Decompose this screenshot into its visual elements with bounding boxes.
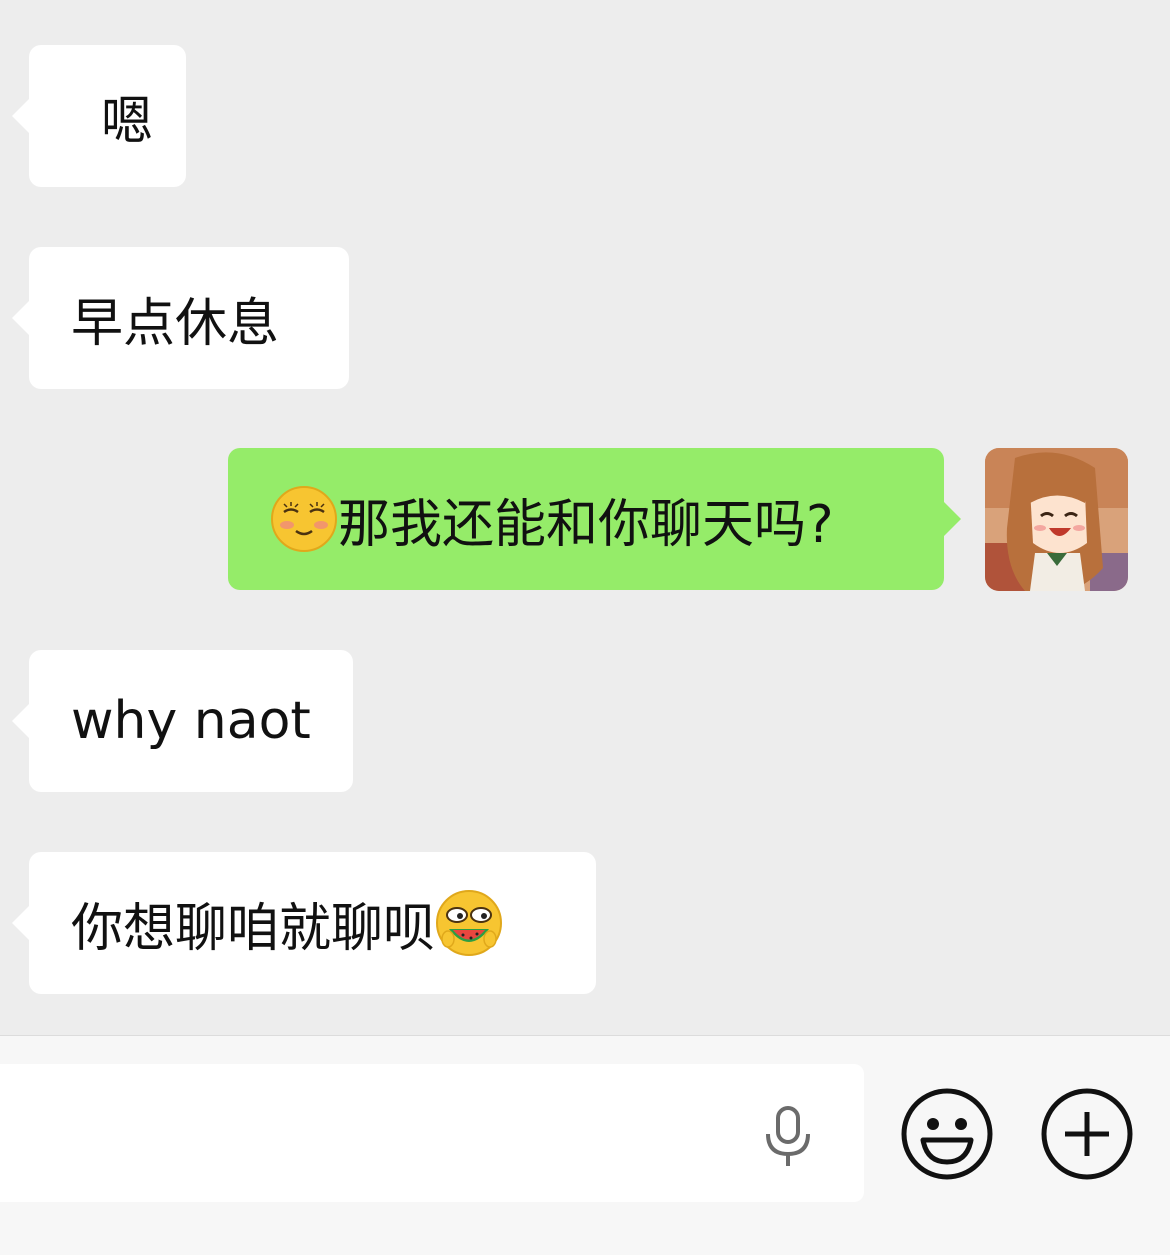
message-bubble-outgoing[interactable]: 那我还能和你聊天吗? — [228, 448, 961, 590]
eating-watermelon-emoji — [436, 890, 503, 956]
message-bubble-incoming[interactable]: 嗯 — [12, 45, 186, 187]
avatar-image — [985, 448, 1128, 591]
microphone-icon[interactable] — [760, 1104, 816, 1168]
shy-smiling-face-emoji — [271, 486, 337, 552]
message-input-bar — [0, 1035, 1170, 1255]
chat-message-list: 嗯 早点休息 那我还能和你聊天吗? why naot 你想聊咱就聊呗 — [0, 0, 1170, 1035]
message-text: 早点休息 — [71, 293, 280, 354]
anime-girl-avatar[interactable] — [985, 448, 1128, 591]
smiley-face-icon[interactable] — [901, 1088, 993, 1180]
message-text: 嗯 — [101, 91, 154, 152]
message-bubble-incoming[interactable]: 你想聊咱就聊呗 — [12, 852, 596, 994]
message-text: why naot — [71, 691, 311, 751]
message-bubble-incoming[interactable]: 早点休息 — [12, 247, 349, 389]
message-text: 你想聊咱就聊呗 — [71, 898, 436, 959]
message-text: 那我还能和你聊天吗? — [338, 494, 834, 555]
message-bubble-incoming[interactable]: why naot — [12, 650, 353, 792]
plus-icon[interactable] — [1041, 1088, 1133, 1180]
message-input-field[interactable] — [0, 1064, 864, 1202]
